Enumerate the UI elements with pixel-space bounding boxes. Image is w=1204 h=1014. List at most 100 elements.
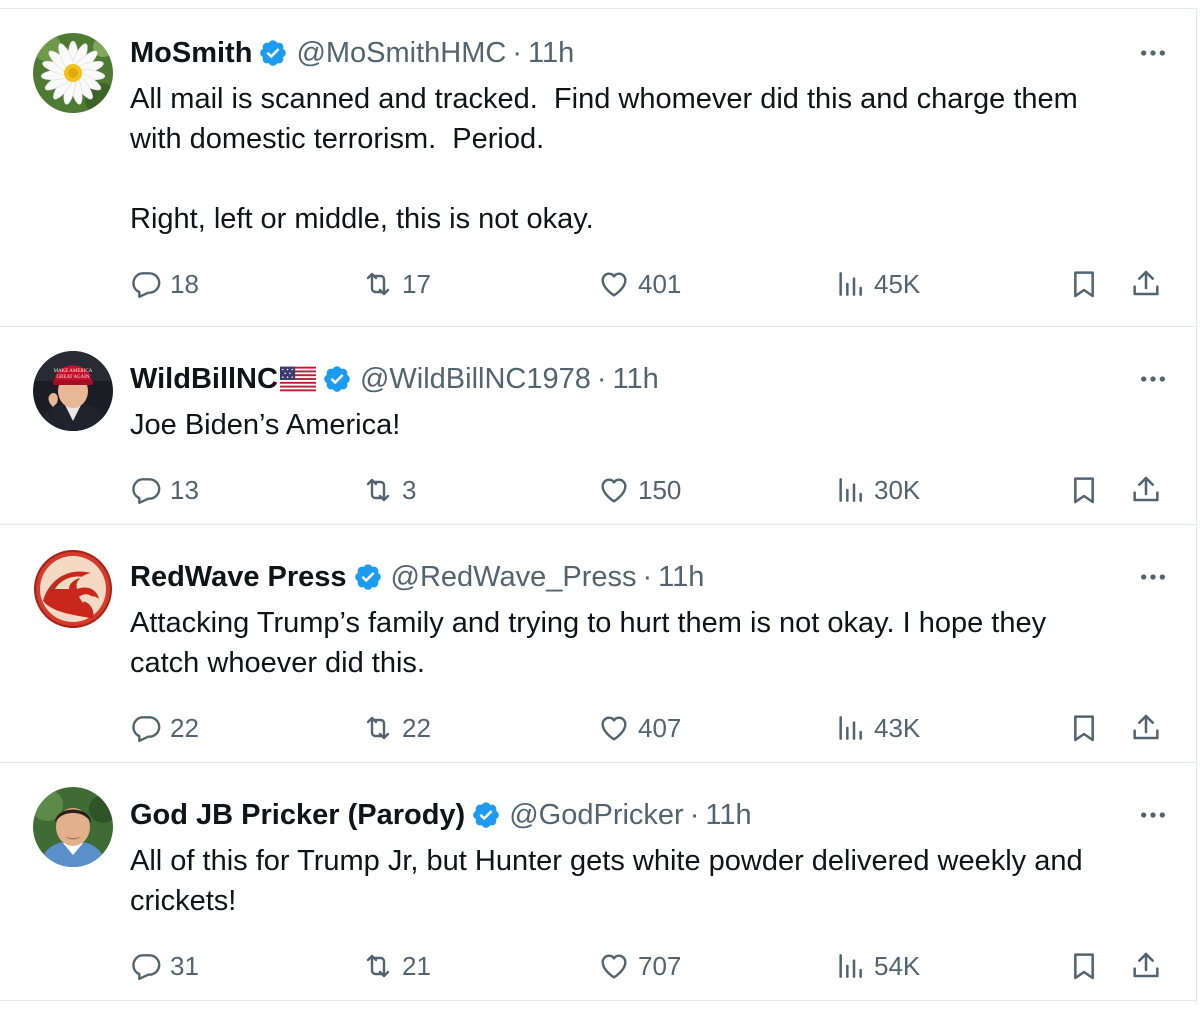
- timestamp[interactable]: 11h: [613, 361, 659, 397]
- tweet[interactable]: MoSmith @MoSmithHMC · 11h All mail is sc…: [0, 9, 1197, 327]
- retweet-icon: [366, 716, 390, 740]
- tweet-header: RedWave Press @RedWave_Press · 11h: [130, 559, 704, 595]
- verified-badge-icon[interactable]: [322, 364, 352, 394]
- timestamp[interactable]: 11h: [705, 797, 751, 833]
- man-portrait-avatar-icon: [33, 787, 113, 867]
- handle[interactable]: @GodPricker: [509, 797, 683, 833]
- retweet-count: 17: [402, 268, 431, 299]
- share-icon: [1133, 952, 1159, 978]
- view-count: 45K: [874, 268, 921, 299]
- svg-text:GREAT AGAIN: GREAT AGAIN: [56, 375, 89, 380]
- reply-count: 31: [170, 950, 199, 981]
- tweet[interactable]: RedWave Press @RedWave_Press · 11h Attac…: [0, 525, 1197, 763]
- more-options-button[interactable]: [1133, 361, 1173, 397]
- separator-dot: ·: [689, 799, 700, 831]
- tweet-actions: 31 21 707 54K: [0, 946, 1197, 986]
- bookmark-button[interactable]: [1068, 264, 1100, 304]
- avatar[interactable]: [33, 33, 113, 113]
- retweet-count: 21: [402, 950, 431, 981]
- views-button[interactable]: 54K: [834, 946, 920, 986]
- retweet-button[interactable]: 22: [362, 708, 431, 748]
- bookmark-button[interactable]: [1068, 708, 1100, 748]
- views-button[interactable]: 45K: [834, 264, 920, 304]
- timestamp[interactable]: 11h: [528, 35, 574, 71]
- avatar[interactable]: [33, 787, 113, 867]
- display-name[interactable]: WildBillNC: [130, 361, 278, 397]
- more-dots-icon: [1141, 376, 1165, 382]
- tweet-header: WildBillNC @WildBillNC1978 · 11h: [130, 361, 659, 397]
- heart-icon: [601, 478, 627, 503]
- display-name[interactable]: RedWave Press: [130, 559, 347, 595]
- tweet-text: All of this for Trump Jr, but Hunter get…: [130, 845, 1083, 917]
- retweet-icon: [366, 272, 390, 296]
- like-count: 401: [638, 268, 682, 299]
- daisy-avatar-icon: [33, 33, 113, 113]
- display-name[interactable]: MoSmith: [130, 35, 252, 71]
- svg-text:MAKE AMERICA: MAKE AMERICA: [54, 369, 93, 374]
- share-icon: [1133, 476, 1159, 502]
- us-flag-icon: [279, 366, 316, 392]
- tweet-header: MoSmith @MoSmithHMC · 11h: [130, 35, 574, 71]
- view-count: 43K: [874, 712, 921, 743]
- analytics-icon: [839, 716, 862, 740]
- avatar[interactable]: MAKE AMERICA GREAT AGAIN: [33, 351, 113, 431]
- bookmark-button[interactable]: [1068, 470, 1100, 510]
- separator-dot: ·: [642, 561, 653, 593]
- retweet-button[interactable]: 3: [362, 470, 416, 510]
- tweet[interactable]: MAKE AMERICA GREAT AGAIN WildBillNC @Wil…: [0, 327, 1197, 525]
- retweet-button[interactable]: 17: [362, 264, 431, 304]
- retweet-button[interactable]: 21: [362, 946, 431, 986]
- avatar[interactable]: [33, 549, 113, 629]
- reply-button[interactable]: 22: [130, 708, 199, 748]
- share-button[interactable]: [1130, 470, 1162, 510]
- display-name[interactable]: God JB Pricker (Parody): [130, 797, 465, 833]
- bookmark-icon: [1074, 715, 1094, 742]
- views-button[interactable]: 43K: [834, 708, 920, 748]
- share-button[interactable]: [1130, 708, 1162, 748]
- more-options-button[interactable]: [1133, 559, 1173, 595]
- analytics-icon: [839, 954, 862, 978]
- like-button[interactable]: 707: [598, 946, 681, 986]
- timestamp[interactable]: 11h: [658, 559, 704, 595]
- heart-icon: [601, 954, 627, 979]
- reply-button[interactable]: 18: [130, 264, 199, 304]
- heart-icon: [601, 716, 627, 741]
- bookmark-icon: [1074, 953, 1094, 980]
- like-button[interactable]: 401: [598, 264, 681, 304]
- reply-button[interactable]: 31: [130, 946, 199, 986]
- more-dots-icon: [1141, 50, 1165, 56]
- more-dots-icon: [1141, 812, 1165, 818]
- more-dots-icon: [1141, 574, 1165, 580]
- bookmark-button[interactable]: [1068, 946, 1100, 986]
- share-button[interactable]: [1130, 946, 1162, 986]
- handle[interactable]: @WildBillNC1978: [360, 361, 591, 397]
- separator-dot: ·: [512, 37, 523, 69]
- handle[interactable]: @RedWave_Press: [391, 559, 637, 595]
- like-button[interactable]: 150: [598, 470, 681, 510]
- tweet[interactable]: God JB Pricker (Parody) @GodPricker · 11…: [0, 763, 1197, 1001]
- more-options-button[interactable]: [1133, 797, 1173, 833]
- views-button[interactable]: 30K: [834, 470, 920, 510]
- reply-icon: [132, 716, 161, 742]
- more-options-button[interactable]: [1133, 35, 1173, 71]
- tweet-actions: 13 3 150 30K: [0, 470, 1197, 510]
- reply-count: 18: [170, 268, 199, 299]
- reply-button[interactable]: 13: [130, 470, 199, 510]
- tweet-text: Attacking Trump’s family and trying to h…: [130, 607, 1047, 679]
- share-icon: [1133, 714, 1159, 740]
- view-count: 30K: [874, 474, 921, 505]
- reply-count: 22: [170, 712, 199, 743]
- man-red-cap-avatar-icon: MAKE AMERICA GREAT AGAIN: [33, 351, 113, 431]
- tweet-header: God JB Pricker (Parody) @GodPricker · 11…: [130, 797, 752, 833]
- verified-badge-icon[interactable]: [353, 562, 383, 592]
- bookmark-icon: [1074, 271, 1094, 298]
- like-button[interactable]: 407: [598, 708, 681, 748]
- tweet-actions: 22 22 407 43K: [0, 708, 1197, 748]
- verified-badge-icon[interactable]: [258, 38, 288, 68]
- analytics-icon: [839, 272, 862, 296]
- handle[interactable]: @MoSmithHMC: [296, 35, 506, 71]
- analytics-icon: [839, 478, 862, 502]
- bookmark-icon: [1074, 477, 1094, 504]
- share-button[interactable]: [1130, 264, 1162, 304]
- verified-badge-icon[interactable]: [471, 800, 501, 830]
